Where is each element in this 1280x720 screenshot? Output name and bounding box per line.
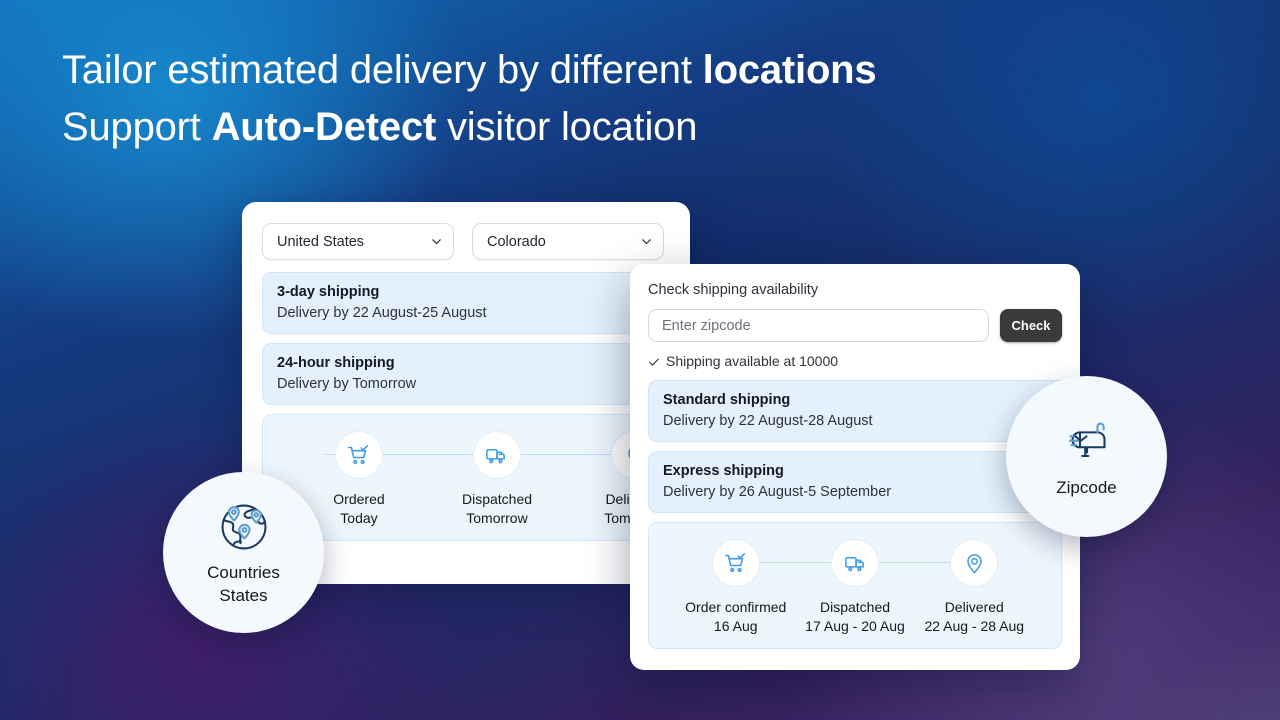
badge-zipcode: Zipcode [1006,376,1167,537]
timeline-step-label: Ordered [333,490,384,509]
zipcode-input[interactable] [648,309,989,342]
timeline-step: Dispatched Tomorrow [429,431,565,528]
timeline-step-sub: 16 Aug [714,617,758,636]
headline-line-1: Tailor estimated delivery by different l… [62,42,1102,99]
headline-line-2: Support Auto-Detect visitor location [62,99,1102,156]
availability-text: Shipping available at 10000 [666,353,838,369]
zipcode-check-section: Check shipping availability Check Shippi… [648,282,1062,369]
front-delivery-timeline: Order confirmed 16 Aug [648,522,1062,649]
availability-status: Shipping available at 10000 [648,353,1062,369]
chevron-down-icon [640,235,653,248]
timeline-step: Order confirmed 16 Aug [677,539,794,636]
promo-banner: Tailor estimated delivery by different l… [0,0,1280,720]
country-select[interactable]: United States [262,223,454,260]
timeline-step-label: Dispatched [462,490,532,509]
check-button[interactable]: Check [1000,309,1062,342]
map-pin-icon [950,539,998,587]
timeline-step-label: Dispatched [820,598,890,617]
timeline-step: Delivered 22 Aug - 28 Aug [916,539,1033,636]
state-select[interactable]: Colorado [472,223,664,260]
timeline-step-sub: 17 Aug - 20 Aug [805,617,905,636]
location-selectors: United States Colorado [262,223,664,260]
truck-icon [473,431,521,479]
badge-countries-states: Countries States [163,472,324,633]
timeline-step-sub: Tomorrow [466,509,527,528]
headline-line-1-text: Tailor estimated delivery by different [62,48,703,92]
badge-label-line-2: States [219,584,267,607]
chevron-down-icon [430,235,443,248]
headline-line-2-emphasis: Auto-Detect [212,105,436,149]
globe-pins-icon [216,499,272,555]
badge-label-line-1: Zipcode [1056,476,1116,499]
headline-line-1-emphasis: locations [703,48,877,92]
timeline-step-sub: 22 Aug - 28 Aug [924,617,1024,636]
headline-line-2-prefix: Support [62,105,212,149]
headline-line-2-suffix: visitor location [436,105,697,149]
shipping-option-title: Standard shipping [663,392,1085,408]
mailbox-icon [1059,414,1115,470]
headline: Tailor estimated delivery by different l… [62,42,1102,156]
truck-icon [831,539,879,587]
badge-label-line-1: Countries [207,561,280,584]
timeline-step: Dispatched 17 Aug - 20 Aug [796,539,913,636]
state-select-value: Colorado [487,234,640,250]
timeline-step-label: Delivered [945,598,1004,617]
zipcode-form: Check [648,309,1062,342]
cart-check-icon [712,539,760,587]
timeline-track: Order confirmed 16 Aug [659,539,1051,636]
check-icon [648,355,660,367]
cart-check-icon [335,431,383,479]
country-select-value: United States [277,234,430,250]
timeline-step-sub: Today [340,509,377,528]
timeline-step-label: Order confirmed [685,598,786,617]
zipcode-card-title: Check shipping availability [648,282,1062,298]
